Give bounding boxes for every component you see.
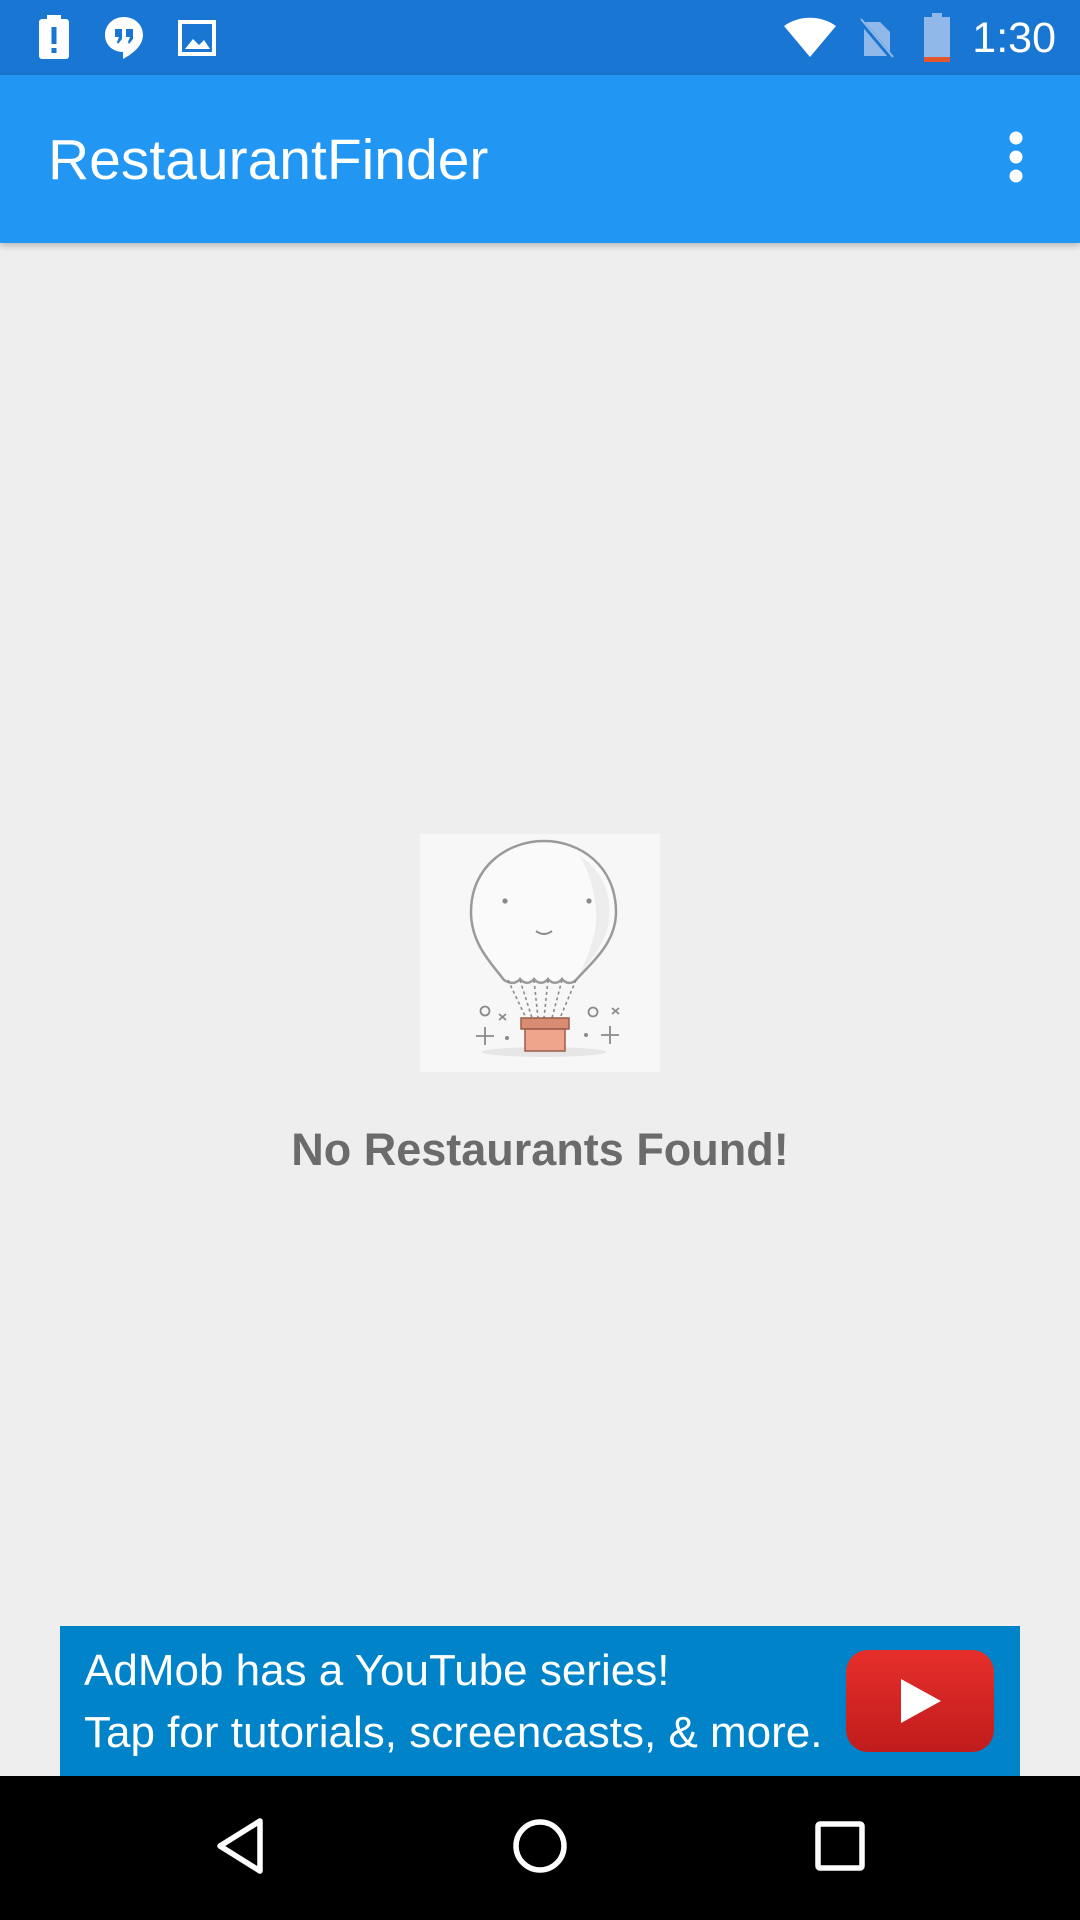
empty-state-message: No Restaurants Found! [291,1124,789,1175]
hot-air-balloon-illustration [420,834,660,1072]
no-sim-icon [856,0,896,75]
status-clock: 1:30 [972,14,1056,62]
ad-subline: Tap for tutorials, screencasts, & more. [84,1708,823,1757]
back-icon [212,1816,268,1881]
wifi-icon [782,0,838,75]
recents-icon [815,1820,865,1876]
navigation-bar [0,1776,1080,1920]
recents-button[interactable] [760,1776,920,1920]
admob-ad-banner[interactable]: AdMob has a YouTube series! Tap for tuto… [60,1626,1020,1776]
more-vert-icon [1008,131,1024,188]
image-notification-icon [176,0,218,75]
youtube-play-icon[interactable] [846,1650,994,1752]
hangouts-quote-icon [102,0,146,75]
ad-headline: AdMob has a YouTube series! [84,1646,670,1695]
app-title: RestaurantFinder [48,128,489,192]
app-screen: 1:30 RestaurantFinder No Restaurants Fou… [0,0,1080,1920]
alert-notification-icon [34,0,74,75]
back-button[interactable] [160,1776,320,1920]
home-button[interactable] [460,1776,620,1920]
status-bar: 1:30 [0,0,1080,75]
app-bar: RestaurantFinder [0,75,1080,243]
home-icon [512,1818,568,1879]
battery-low-icon [920,0,954,75]
overflow-menu-button[interactable] [970,113,1062,205]
